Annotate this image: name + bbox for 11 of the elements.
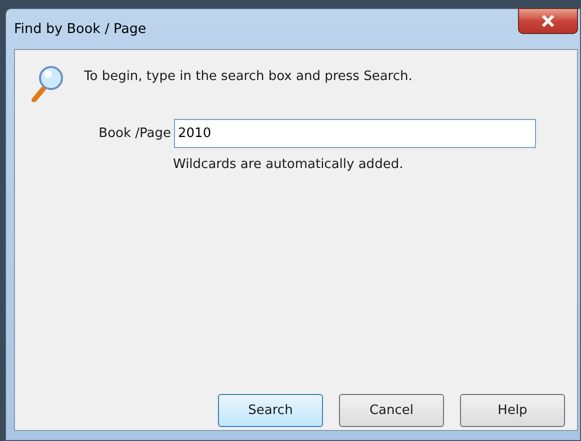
magnifier-icon xyxy=(31,64,65,102)
close-icon xyxy=(541,15,555,27)
field-label: Book /Page xyxy=(98,124,171,143)
close-button[interactable] xyxy=(518,8,578,34)
dialog-button[interactable]: Help xyxy=(460,394,565,427)
instruction-text: To begin, type in the search box and press Search. xyxy=(84,68,412,86)
dialog-button[interactable]: Cancel xyxy=(339,394,444,427)
hint-text: Wildcards are automatically added. xyxy=(173,156,404,174)
book-page-field[interactable]: 2010 xyxy=(174,119,536,148)
window-title: Find by Book / Page xyxy=(14,20,146,39)
dialog-button[interactable]: Search xyxy=(218,394,323,427)
